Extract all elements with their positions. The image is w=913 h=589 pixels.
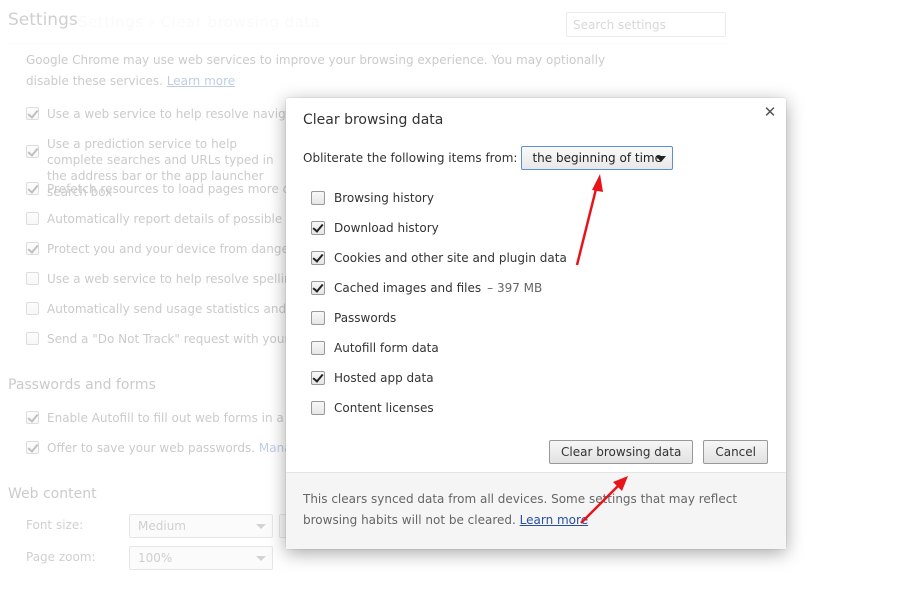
item-autofill[interactable]: Autofill form data (311, 333, 567, 363)
item-label: Passwords (334, 311, 397, 325)
checkbox[interactable] (311, 341, 325, 355)
time-range-label: Obliterate the following items from: (303, 151, 518, 165)
chevron-down-icon (256, 524, 266, 529)
item-content-licenses[interactable]: Content licenses (311, 393, 567, 423)
clear-browsing-data-button[interactable]: Clear browsing data (549, 440, 694, 464)
dialog-title: Clear browsing data (303, 112, 444, 128)
time-range-row: Obliterate the following items from: the… (303, 146, 674, 170)
cancel-button[interactable]: Cancel (703, 440, 768, 464)
item-passwords[interactable]: Passwords (311, 303, 567, 333)
checkbox[interactable] (311, 191, 325, 205)
item-label: Hosted app data (334, 371, 434, 385)
dialog-buttons: Clear browsing data Cancel (549, 440, 768, 464)
checkbox[interactable] (26, 441, 39, 454)
item-label: Content licenses (334, 401, 434, 415)
checkbox[interactable] (311, 221, 325, 235)
checkbox[interactable] (26, 272, 39, 285)
option-label: Prefetch resources to load pages more qu… (47, 182, 326, 196)
chevron-down-icon (656, 156, 667, 162)
privacy-option[interactable]: Prefetch resources to load pages more qu… (26, 181, 325, 197)
checkbox[interactable] (26, 332, 39, 345)
checkbox[interactable] (26, 212, 39, 225)
page-zoom-select[interactable]: 100% (129, 546, 273, 570)
item-label: Autofill form data (334, 341, 439, 355)
footer-learn-more-link[interactable]: Learn more (520, 513, 588, 527)
item-cookies[interactable]: Cookies and other site and plugin data (311, 243, 567, 273)
checkbox[interactable] (311, 311, 325, 325)
search-settings-input[interactable] (566, 12, 726, 37)
item-download-history[interactable]: Download history (311, 213, 567, 243)
page-title: Settings (8, 10, 78, 30)
clear-browsing-data-dialog: Clear browsing data ✕ Obliterate the fol… (286, 98, 786, 549)
cache-size: – 397 MB (487, 281, 543, 295)
checkbox[interactable] (26, 242, 39, 255)
section-heading-web-content: Web content (8, 486, 97, 502)
data-type-list: Browsing history Download history Cookie… (311, 183, 567, 423)
time-range-select[interactable]: the beginning of time (521, 146, 674, 170)
learn-more-link[interactable]: Learn more (167, 74, 235, 88)
checkbox[interactable] (26, 107, 39, 120)
item-label: Cached images and files (334, 281, 482, 295)
option-label: Offer to save your web passwords. (47, 441, 256, 455)
page-zoom-label: Page zoom: (26, 550, 96, 564)
checkbox[interactable] (26, 145, 39, 158)
item-label: Cookies and other site and plugin data (334, 251, 567, 265)
checkbox[interactable] (311, 371, 325, 385)
chevron-down-icon (256, 556, 266, 561)
page-zoom-value: 100% (138, 551, 173, 565)
item-label: Browsing history (334, 191, 434, 205)
privacy-intro: Google Chrome may use web services to im… (26, 50, 626, 92)
header-divider (8, 43, 728, 44)
checkbox[interactable] (311, 281, 325, 295)
checkbox[interactable] (26, 302, 39, 315)
privacy-intro-text: Google Chrome may use web services to im… (26, 53, 606, 88)
dialog-footer: This clears synced data from all devices… (286, 472, 786, 549)
checkbox[interactable] (311, 251, 325, 265)
close-icon[interactable]: ✕ (762, 104, 778, 120)
item-browsing-history[interactable]: Browsing history (311, 183, 567, 213)
font-size-select[interactable]: Medium (129, 514, 273, 538)
item-cached-images[interactable]: Cached images and files – 397 MB (311, 273, 567, 303)
time-range-value: the beginning of time (532, 151, 662, 165)
checkbox[interactable] (26, 182, 39, 195)
section-heading-passwords: Passwords and forms (8, 377, 156, 393)
font-size-label: Font size: (26, 518, 84, 532)
checkbox[interactable] (311, 401, 325, 415)
checkbox[interactable] (26, 411, 39, 424)
ghost-breadcrumb: Settings › Clear browsing data (78, 13, 321, 31)
item-hosted-app-data[interactable]: Hosted app data (311, 363, 567, 393)
item-label: Download history (334, 221, 439, 235)
font-size-value: Medium (138, 519, 186, 533)
